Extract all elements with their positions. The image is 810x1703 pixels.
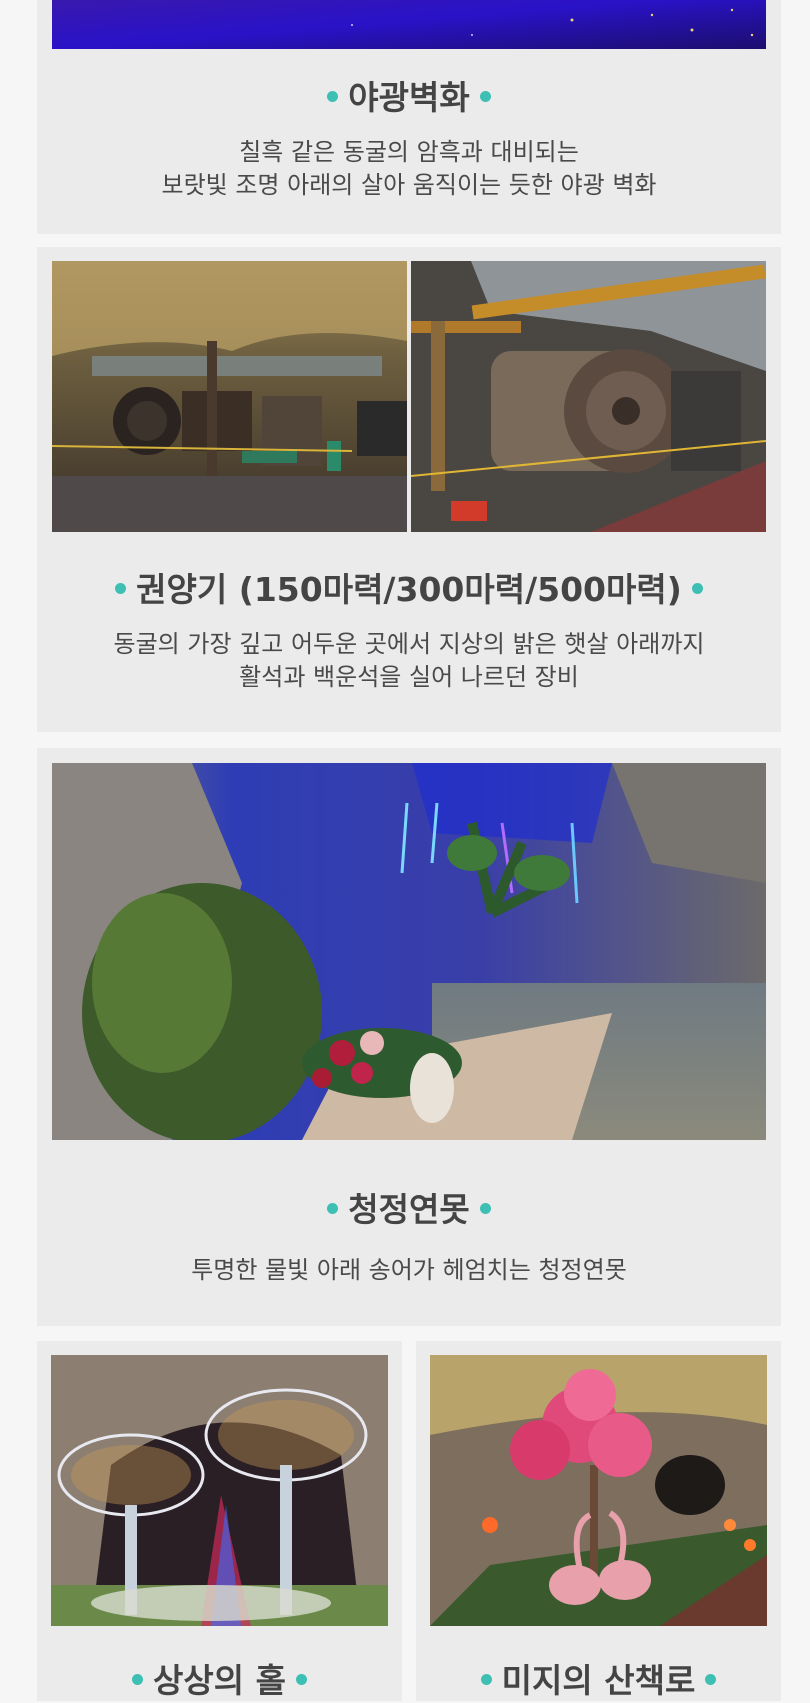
- glow-mural-photo: [52, 0, 766, 49]
- title-text: 미지의 산책로: [501, 1661, 696, 1700]
- section-description: 투명한 물빛 아래 송어가 헤엄치는 청정연못: [37, 1254, 781, 1287]
- section-title: 미지의 산책로: [416, 1659, 781, 1703]
- bullet-dot-icon: [691, 583, 703, 594]
- bullet-dot-icon: [132, 1674, 144, 1685]
- section-title: 상상의 홀: [37, 1659, 402, 1703]
- bullet-dot-icon: [295, 1674, 307, 1685]
- bullet-dot-icon: [479, 1203, 491, 1214]
- card-clear-pond: 청정연못 투명한 물빛 아래 송어가 헤엄치는 청정연못: [37, 748, 781, 1326]
- bullet-dot-icon: [327, 1203, 339, 1214]
- card-glow-mural: 야광벽화 칠흑 같은 동굴의 암흑과 대비되는 보랏빛 조명 아래의 살아 움직…: [37, 0, 781, 234]
- card-mystery-trail: 미지의 산책로: [416, 1341, 781, 1701]
- card-hoist: 권양기 (150마력/300마력/500마력) 동굴의 가장 깊고 어두운 곳에…: [37, 247, 781, 732]
- bullet-dot-icon: [327, 91, 339, 102]
- section-title: 청정연못: [37, 1188, 781, 1232]
- desc-line: 칠흑 같은 동굴의 암흑과 대비되는: [239, 138, 579, 166]
- desc-line: 투명한 물빛 아래 송어가 헤엄치는 청정연못: [191, 1256, 627, 1284]
- title-text: 상상의 홀: [153, 1661, 286, 1700]
- section-description: 동굴의 가장 깊고 어두운 곳에서 지상의 밝은 햇살 아래까지 활석과 백운석…: [37, 628, 781, 694]
- section-description: 칠흑 같은 동굴의 암흑과 대비되는 보랏빛 조명 아래의 살아 움직이는 듯한…: [37, 136, 781, 202]
- bullet-dot-icon: [115, 583, 127, 594]
- bullet-dot-icon: [480, 1674, 492, 1685]
- mystery-trail-photo: [430, 1355, 767, 1626]
- imagination-hall-photo: [51, 1355, 388, 1626]
- desc-line: 활석과 백운석을 실어 나르던 장비: [239, 663, 579, 691]
- desc-line: 보랏빛 조명 아래의 살아 움직이는 듯한 야광 벽화: [161, 171, 657, 199]
- bullet-dot-icon: [705, 1674, 717, 1685]
- title-text: 권양기 (150마력/300마력/500마력): [136, 570, 682, 609]
- title-text: 야광벽화: [348, 78, 470, 117]
- card-imagination-hall: 상상의 홀: [37, 1341, 402, 1701]
- section-title: 야광벽화: [37, 76, 781, 120]
- section-title: 권양기 (150마력/300마력/500마력): [37, 568, 781, 612]
- bullet-dot-icon: [479, 91, 491, 102]
- hoist-machinery-photo: [52, 261, 407, 532]
- hoist-drum-photo: [411, 261, 766, 532]
- clear-pond-photo: [52, 763, 766, 1140]
- title-text: 청정연못: [348, 1190, 470, 1229]
- desc-line: 동굴의 가장 깊고 어두운 곳에서 지상의 밝은 햇살 아래까지: [113, 630, 705, 658]
